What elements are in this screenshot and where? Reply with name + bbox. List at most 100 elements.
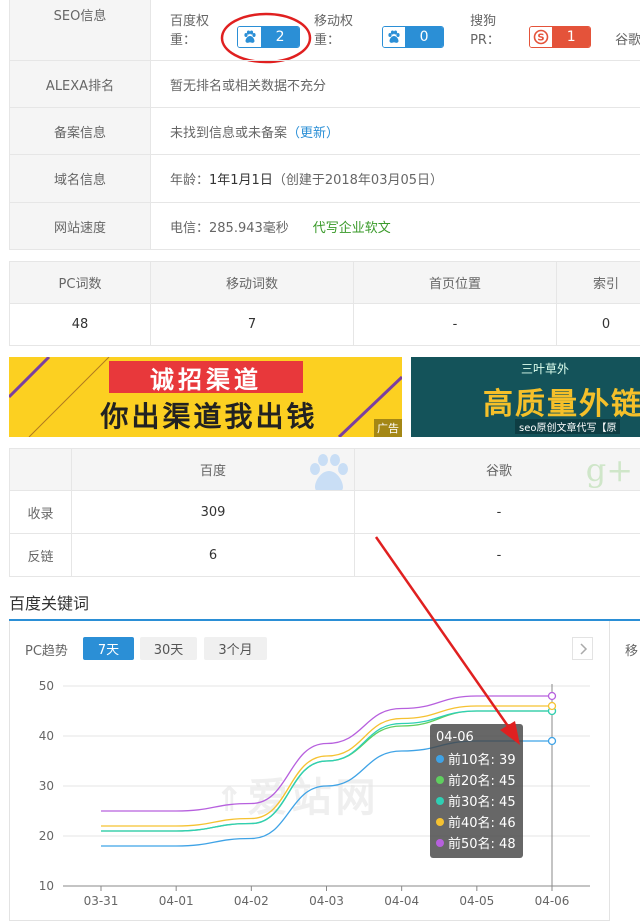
y-tick-label: 10 bbox=[39, 879, 54, 893]
stat-value-home-position: - bbox=[353, 303, 557, 346]
speed-label-text: 网站速度 bbox=[53, 220, 106, 236]
banner-left-bottom-text: 你出渠道我出钱 bbox=[100, 400, 318, 433]
alexa-label-text: ALEXA排名 bbox=[45, 78, 115, 94]
y-tick-label: 50 bbox=[39, 679, 54, 693]
seo-info-label-text: SEO信息 bbox=[53, 9, 107, 24]
trend-label: PC趋势 bbox=[25, 644, 68, 659]
sogou-pr-badge[interactable]: S 1 bbox=[528, 26, 592, 48]
banner-ad-right[interactable]: 三叶草外 高质量外链 seo原创文章代写【原 bbox=[411, 357, 640, 437]
legend-dot-icon bbox=[436, 817, 444, 826]
baidu-paw-icon bbox=[382, 27, 406, 47]
index-header-baidu: 百度 bbox=[71, 448, 355, 491]
right-panel-label: 移 bbox=[625, 644, 639, 659]
stat-value-mobile-words[interactable]: 7 bbox=[150, 303, 354, 346]
legend-dot-icon bbox=[436, 796, 444, 805]
svg-text:S: S bbox=[537, 33, 544, 44]
sogou-icon: S bbox=[529, 27, 553, 47]
icp-label: 备案信息 bbox=[9, 107, 151, 155]
domain-age-label: 年龄： bbox=[170, 173, 210, 188]
banner-right-main-text: 高质量外链 bbox=[483, 387, 640, 422]
tooltip-row: 前50名: 48 bbox=[436, 832, 517, 853]
tooltip-row: 前40名: 46 bbox=[436, 811, 517, 832]
baidu-paw-icon bbox=[238, 27, 262, 47]
chevron-right-icon[interactable] bbox=[572, 637, 593, 660]
tooltip-row-text: 前30名: 45 bbox=[448, 795, 516, 810]
legend-dot-icon bbox=[436, 754, 444, 763]
tooltip-row-text: 前40名: 46 bbox=[448, 816, 516, 831]
tooltip-title: 04-06 bbox=[436, 730, 474, 745]
domain-value: 年龄： 1年1月1日 （创建于2018年03月05日） bbox=[150, 154, 640, 203]
alexa-value: 暂无排名或相关数据不充分 bbox=[150, 60, 640, 108]
domain-label: 域名信息 bbox=[9, 154, 151, 203]
stat-value-pc-words[interactable]: 48 bbox=[9, 303, 151, 346]
banner-ad-left[interactable]: 诚招渠道 你出渠道我出钱 广告 bbox=[9, 357, 402, 437]
y-tick-label: 30 bbox=[39, 779, 54, 793]
stat-header-pc-words: PC词数 bbox=[9, 261, 151, 304]
tooltip-row: 前30名: 45 bbox=[436, 790, 517, 811]
index-row-google-value: - bbox=[354, 490, 640, 534]
index-row-google-value: - bbox=[354, 533, 640, 577]
baidu-paw-watermark-icon bbox=[310, 454, 348, 490]
x-tick-label: 04-01 bbox=[159, 894, 194, 908]
sogou-pr-label: 搜狗PR： bbox=[470, 14, 500, 48]
stat-header-index: 索引 bbox=[556, 261, 640, 304]
x-tick-label: 04-05 bbox=[459, 894, 494, 908]
index-row-baidu-value[interactable]: 6 bbox=[71, 533, 355, 577]
keyword-trend-chart[interactable]: 10 20 30 40 50 03-31 04-01 04-02 04-03 04-04 04-05… bbox=[0, 670, 640, 913]
stat-value-index: 0 bbox=[556, 303, 640, 346]
x-tick-label: 04-04 bbox=[384, 894, 419, 908]
speed-label: 网站速度 bbox=[9, 202, 151, 250]
speed-value-text: 电信：285.943毫秒 bbox=[170, 220, 289, 236]
mobile-weight-label: 移动权重： bbox=[314, 14, 354, 48]
google-plus-watermark-icon: g+ bbox=[585, 451, 633, 489]
chart-tooltip: 04-06 前10名: 39 前20名: 45 前30名: 45 前40名: 46 前5… bbox=[430, 724, 523, 858]
legend-dot-icon bbox=[436, 775, 444, 784]
index-row-label: 收录 bbox=[9, 490, 72, 534]
y-tick-label: 20 bbox=[39, 829, 54, 843]
tab-7days[interactable]: 7天 bbox=[83, 637, 134, 660]
mobile-weight-badge[interactable]: 0 bbox=[381, 26, 445, 48]
speed-value: 电信：285.943毫秒 代写企业软文 bbox=[150, 202, 640, 250]
sogou-pr-value: 1 bbox=[552, 27, 591, 47]
domain-age: 1年1月1日 bbox=[209, 173, 273, 188]
index-header-google-text: 谷歌 bbox=[485, 464, 512, 479]
speed-ad-link[interactable]: 代写企业软文 bbox=[313, 217, 391, 236]
banner-right-top-text: 三叶草外 bbox=[521, 362, 570, 376]
x-tick-label: 04-06 bbox=[535, 894, 570, 908]
x-tick-label: 04-02 bbox=[234, 894, 269, 908]
index-row-baidu-value[interactable]: 309 bbox=[71, 490, 355, 534]
index-row-label: 反链 bbox=[9, 533, 72, 577]
domain-created: （创建于2018年03月05日） bbox=[272, 173, 444, 188]
index-table-corner bbox=[9, 448, 72, 491]
x-tick-label: 04-03 bbox=[309, 894, 344, 908]
baidu-weight-badge[interactable]: 2 bbox=[237, 26, 301, 48]
index-header-google: 谷歌 g+ bbox=[354, 448, 640, 491]
tooltip-row-text: 前50名: 48 bbox=[448, 837, 516, 852]
tooltip-row: 前10名: 39 bbox=[436, 748, 517, 769]
alexa-value-text: 暂无排名或相关数据不充分 bbox=[170, 78, 327, 94]
index-header-baidu-text: 百度 bbox=[199, 464, 226, 479]
series-point bbox=[547, 701, 557, 711]
banner-right-bottom-text: seo原创文章代写【原 bbox=[515, 419, 621, 434]
tab-3months[interactable]: 3个月 bbox=[204, 637, 267, 660]
google-pr-label: 谷歌P bbox=[615, 33, 640, 48]
icp-update-link[interactable]: （更新） bbox=[287, 122, 339, 141]
banner-left-top-text: 诚招渠道 bbox=[109, 361, 303, 394]
baidu-weight-label: 百度权重： bbox=[170, 14, 210, 48]
series-point bbox=[547, 691, 557, 701]
tooltip-row: 前20名: 45 bbox=[436, 769, 517, 790]
alexa-label: ALEXA排名 bbox=[9, 60, 151, 108]
y-tick-label: 40 bbox=[39, 729, 54, 743]
domain-label-text: 域名信息 bbox=[53, 173, 106, 188]
series-point bbox=[547, 736, 557, 746]
tooltip-row-text: 前20名: 45 bbox=[448, 774, 516, 789]
ad-tag: 广告 bbox=[374, 419, 402, 437]
keywords-title: 百度关键词 bbox=[9, 594, 90, 613]
tab-30days[interactable]: 30天 bbox=[140, 637, 197, 660]
icp-label-text: 备案信息 bbox=[53, 125, 106, 141]
x-tick-label: 03-31 bbox=[84, 894, 119, 908]
mobile-weight-value: 0 bbox=[405, 27, 444, 47]
legend-dot-icon bbox=[436, 838, 444, 847]
seo-info-label: SEO信息 bbox=[9, 0, 151, 61]
stat-header-home-position: 首页位置 bbox=[353, 261, 557, 304]
